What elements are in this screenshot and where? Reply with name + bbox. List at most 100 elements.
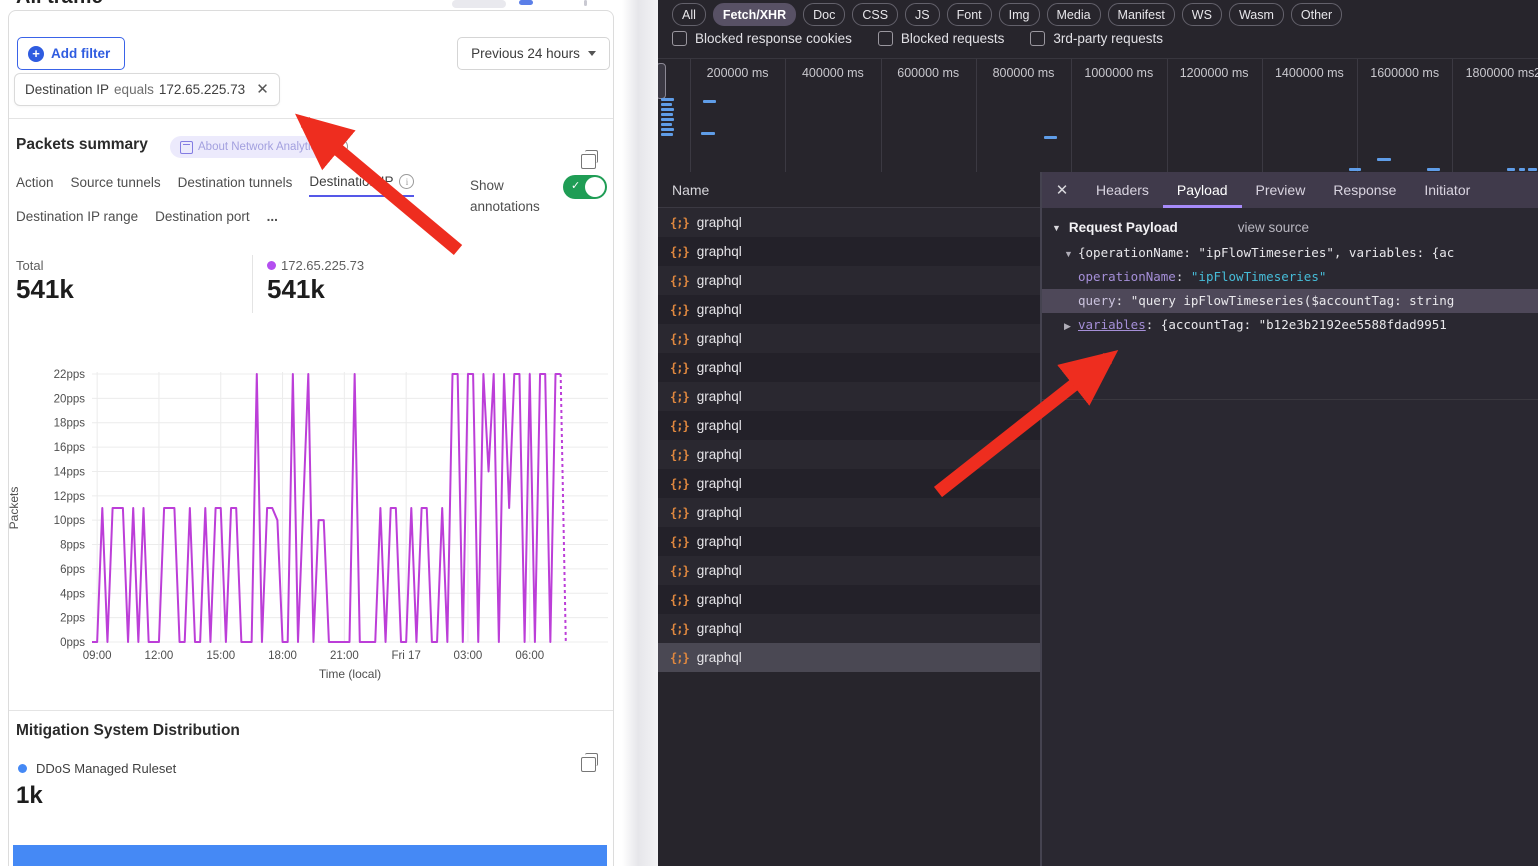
request-row[interactable]: {;}graphql [658,266,1040,295]
detail-tab-headers[interactable]: Headers [1082,172,1163,208]
about-network-analytics-badge[interactable]: About Network Analytics [170,136,332,158]
payload-line[interactable]: operationName: "ipFlowTimeseries" [1042,265,1538,289]
filter-pill-wasm[interactable]: Wasm [1229,3,1284,26]
copy-panel-icon[interactable] [581,154,596,169]
filter-pill-other[interactable]: Other [1291,3,1342,26]
json-braces-icon: {;} [670,245,689,259]
checkbox-blocked-response-cookies[interactable]: Blocked response cookies [672,31,852,46]
payload-tree: ▼{operationName: "ipFlowTimeseries", var… [1042,241,1538,337]
timeline-tick-label: 1200000 ms [1180,66,1249,80]
tab-destination-port[interactable]: Destination port [155,209,250,230]
payload-line[interactable]: ▼{operationName: "ipFlowTimeseries", var… [1042,241,1538,265]
detail-tab-response[interactable]: Response [1319,172,1410,208]
request-timeline-mark [1377,158,1391,161]
detail-tab-payload[interactable]: Payload [1163,172,1242,208]
close-icon[interactable]: ✕ [1042,181,1082,199]
request-row[interactable]: {;}graphql [658,614,1040,643]
request-row[interactable]: {;}graphql [658,353,1040,382]
tab-destination-ip[interactable]: Destination IP i [309,174,414,197]
timeline-gridline [1357,59,1358,173]
request-timeline-mark [1519,168,1525,171]
request-row[interactable]: {;}graphql [658,585,1040,614]
request-row[interactable]: {;}graphql [658,295,1040,324]
checkbox-blocked-requests[interactable]: Blocked requests [878,31,1005,46]
checkbox-label: Blocked response cookies [695,31,852,46]
json-braces-icon: {;} [670,390,689,404]
add-filter-button[interactable]: + Add filter [17,37,125,70]
filter-pill-js[interactable]: JS [905,3,940,26]
tab-action[interactable]: Action [16,174,54,197]
request-row[interactable]: {;}graphql [658,440,1040,469]
request-row[interactable]: {;}graphql [658,382,1040,411]
svg-text:2pps: 2pps [60,613,85,625]
timeline-handle[interactable] [658,63,666,99]
mitigation-bar[interactable] [13,845,607,866]
request-row[interactable]: {;}graphql [658,556,1040,585]
timeline-gridline [690,59,691,173]
request-row[interactable]: {;}graphql [658,469,1040,498]
request-row[interactable]: {;}graphql [658,208,1040,237]
detail-tab-preview[interactable]: Preview [1242,172,1320,208]
network-overview-timeline[interactable]: 200000 ms400000 ms600000 ms800000 ms1000… [658,58,1538,174]
tab-label: Destination IP [309,174,393,189]
view-source-link[interactable]: view source [1238,220,1309,235]
request-timeline-mark [1528,168,1537,171]
request-row[interactable]: {;}graphql [658,643,1040,672]
json-braces-icon: {;} [670,622,689,636]
filter-chip-close-icon[interactable]: ✕ [256,82,269,97]
filter-pill-manifest[interactable]: Manifest [1108,3,1175,26]
tab-source-tunnels[interactable]: Source tunnels [71,174,161,197]
filter-pill-doc[interactable]: Doc [803,3,845,26]
request-name: graphql [697,563,742,578]
request-row[interactable]: {;}graphql [658,411,1040,440]
request-name: graphql [697,302,742,317]
filter-pill-font[interactable]: Font [947,3,992,26]
stat-value: 541k [267,274,325,305]
request-row[interactable]: {;}graphql [658,498,1040,527]
tabs-overflow-button[interactable]: ... [267,209,278,230]
checkbox-box [1030,31,1045,46]
triangle-right-icon[interactable]: ▶ [1064,314,1078,337]
tab-destination-tunnels[interactable]: Destination tunnels [178,174,293,197]
filter-pill-img[interactable]: Img [999,3,1040,26]
packets-timeseries-chart[interactable]: 0pps2pps4pps6pps8pps10pps12pps14pps16pps… [0,356,622,694]
request-row[interactable]: {;}graphql [658,237,1040,266]
filter-pill-all[interactable]: All [672,3,706,26]
stats-divider [252,255,253,313]
tab-label: Action [16,175,54,190]
network-filter-checkboxes: Blocked response cookies Blocked requests… [672,31,1163,46]
triangle-down-icon[interactable]: ▼ [1064,242,1078,265]
svg-text:09:00: 09:00 [83,650,112,662]
request-timeline-mark [701,132,715,135]
copy-panel-icon[interactable] [581,757,596,772]
filter-pill-ws[interactable]: WS [1182,3,1222,26]
filter-pill-fetch-xhr[interactable]: Fetch/XHR [713,3,796,26]
analytics-pane: All traffic + Add filter Previous 24 hou… [0,0,622,866]
payload-line[interactable]: ▶variables: {accountTag: "b12e3b2192ee55… [1042,313,1538,337]
triangle-down-icon: ▼ [1052,223,1061,233]
plus-icon: + [28,46,44,62]
tab-label: Destination tunnels [178,175,293,190]
filter-pill-media[interactable]: Media [1047,3,1101,26]
request-row[interactable]: {;}graphql [658,324,1040,353]
pie-chart-icon[interactable] [333,139,348,154]
json-braces-icon: {;} [670,506,689,520]
show-annotations-label: Show annotations [470,175,554,217]
pane-gap-scrollbar[interactable] [622,0,659,866]
show-annotations-toggle[interactable]: ✓ [563,175,607,199]
payload-line[interactable]: query: "query ipFlowTimeseries($accountT… [1042,289,1538,313]
request-timeline-mark [661,123,672,126]
payload-separator: : [1176,269,1191,284]
tab-destination-ip-range[interactable]: Destination IP range [16,209,138,230]
stat-value: 541k [16,274,74,305]
filter-pill-css[interactable]: CSS [852,3,898,26]
payload-key: query [1078,293,1116,308]
checkbox-3rd-party-requests[interactable]: 3rd-party requests [1030,31,1163,46]
name-column-header[interactable]: Name [658,172,1040,208]
filter-chip[interactable]: Destination IP equals 172.65.225.73 ✕ [14,73,280,106]
request-row[interactable]: {;}graphql [658,527,1040,556]
detail-tab-initiator[interactable]: Initiator [1410,172,1484,208]
info-icon: i [399,174,414,189]
checkbox-label: 3rd-party requests [1053,31,1163,46]
time-range-dropdown[interactable]: Previous 24 hours [457,37,610,70]
